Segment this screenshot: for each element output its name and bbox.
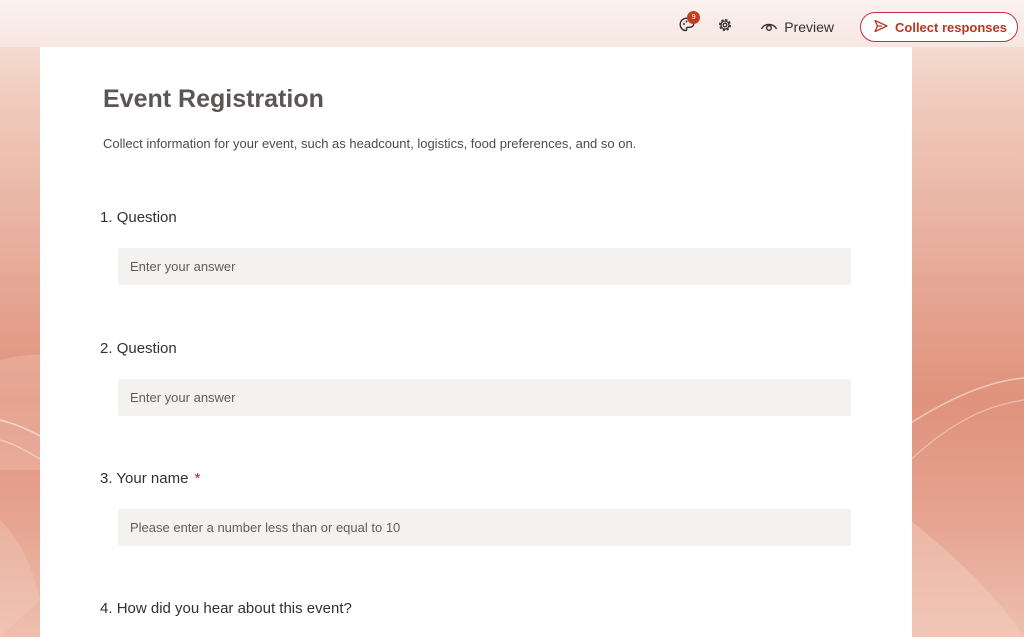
- answer-input[interactable]: Enter your answer: [118, 379, 851, 416]
- question-text: Your name: [116, 470, 189, 487]
- preview-button[interactable]: Preview: [760, 19, 834, 35]
- toolbar-actions: 9 Preview Collect responses: [672, 11, 1018, 42]
- required-marker: *: [194, 470, 201, 487]
- form-card: Event Registration Collect information f…: [40, 47, 912, 637]
- question-label[interactable]: 1. Question: [100, 209, 851, 229]
- question-text: How did you hear about this event?: [116, 600, 352, 617]
- question-label[interactable]: 4. How did you hear about this event?: [100, 600, 851, 620]
- settings-button[interactable]: [710, 12, 740, 42]
- answer-input[interactable]: Please enter a number less than or equal…: [118, 509, 851, 546]
- form-description[interactable]: Collect information for your event, such…: [103, 136, 636, 151]
- question-number: 1.: [100, 209, 113, 226]
- question-label[interactable]: 3. Your name *: [100, 470, 851, 490]
- question-2: 2. Question Enter your answer: [100, 340, 851, 416]
- question-3: 3. Your name * Please enter a number les…: [100, 470, 851, 546]
- gear-icon: [716, 16, 734, 39]
- question-4: 4. How did you hear about this event?: [100, 600, 851, 620]
- notification-badge: 9: [687, 11, 701, 24]
- preview-label: Preview: [784, 19, 834, 35]
- theme-button[interactable]: 9: [672, 11, 702, 42]
- question-number: 3.: [100, 470, 113, 487]
- question-number: 4.: [100, 600, 113, 617]
- question-number: 2.: [100, 340, 113, 357]
- question-label[interactable]: 2. Question: [100, 340, 851, 360]
- question-text: Question: [116, 209, 177, 226]
- eye-icon: [760, 19, 784, 35]
- answer-input[interactable]: Enter your answer: [118, 248, 851, 285]
- question-1: 1. Question Enter your answer: [100, 209, 851, 285]
- collect-responses-button[interactable]: Collect responses: [860, 12, 1018, 42]
- collect-responses-label: Collect responses: [895, 19, 1007, 35]
- form-title[interactable]: Event Registration: [103, 85, 324, 114]
- top-bar: 9 Preview Collect responses: [0, 0, 1024, 47]
- send-icon: [873, 18, 895, 37]
- question-text: Question: [116, 340, 177, 357]
